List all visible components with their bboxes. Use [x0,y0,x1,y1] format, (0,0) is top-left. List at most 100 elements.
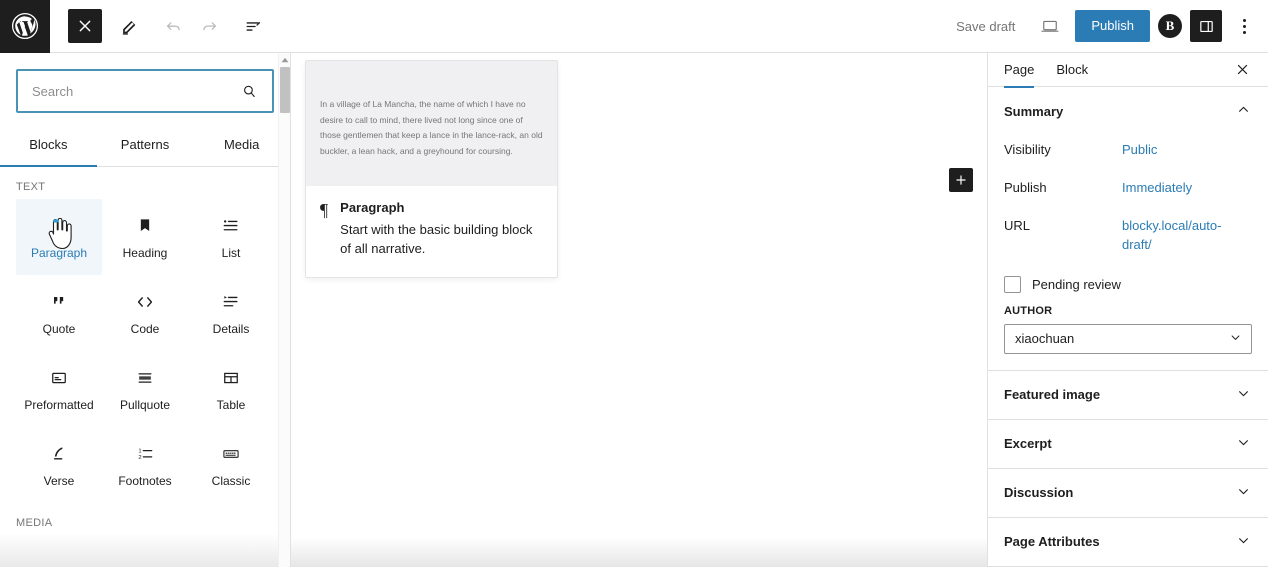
tab-media[interactable]: Media [193,123,290,166]
summary-panel-body: Visibility Public Publish Immediately UR… [988,135,1268,370]
block-tile-table[interactable]: Table [188,351,274,427]
close-button[interactable] [68,9,102,43]
pullquote-icon [135,366,155,390]
settings-sidebar: Page Block Summary Visibility Public Pub… [987,53,1268,567]
settings-toggle-button[interactable] [1190,10,1222,42]
paragraph-icon: ¶ [48,214,70,238]
inserter-tabs: Blocks Patterns Media [0,123,290,167]
search-input[interactable] [18,83,241,99]
summary-panel-header[interactable]: Summary [988,87,1268,135]
block-tile-label: Quote [42,321,76,336]
featured-image-panel-header[interactable]: Featured image [988,371,1268,419]
block-preview-info: ¶ Paragraph Start with the basic buildin… [306,185,557,277]
paragraph-icon: ¶ [320,199,329,220]
tab-block[interactable]: Block [1056,53,1104,87]
block-preview-description: Start with the basic building block of a… [340,221,533,256]
discussion-title: Discussion [1004,485,1074,501]
verse-icon [49,442,69,466]
classic-icon [220,442,242,466]
redo-button[interactable] [192,9,226,43]
author-selected-value: xiaochuan [1015,331,1075,347]
pending-review-label[interactable]: Pending review [1032,277,1121,292]
svg-text:1: 1 [138,448,141,454]
group-label-text: TEXT [16,181,46,193]
tab-patterns[interactable]: Patterns [97,123,194,166]
tab-page[interactable]: Page [1004,53,1056,88]
block-tile-label: List [221,245,241,260]
scrollbar-thumb[interactable] [280,67,290,113]
excerpt-panel-header[interactable]: Excerpt [988,420,1268,468]
block-tile-paragraph[interactable]: ¶ Paragraph [16,199,102,275]
preview-sample-text: In a village of La Mancha, the name of w… [320,99,543,157]
page-attributes-panel-header[interactable]: Page Attributes [988,518,1268,566]
block-tile-label: Classic [211,473,251,488]
preformatted-icon [49,366,69,390]
block-tile-label: Heading [122,245,168,260]
footnotes-icon: 1 2 [134,442,156,466]
summary-row-publish: Publish Immediately [1004,173,1252,211]
search-box[interactable] [16,69,274,113]
block-tile-preformatted[interactable]: Preformatted [16,351,102,427]
options-menu-button[interactable] [1230,10,1258,42]
block-tile-footnotes[interactable]: 1 2 Footnotes [102,427,188,503]
block-tile-label: Preformatted [24,397,94,412]
url-value[interactable]: blocky.local/auto-draft/ [1122,217,1242,253]
publish-value[interactable]: Immediately [1122,179,1192,197]
canvas-bottom-fade [291,537,987,567]
tab-blocks[interactable]: Blocks [0,123,97,167]
svg-text:2: 2 [138,455,141,461]
kebab-dot [1242,18,1246,22]
block-tile-label: Details [212,321,250,336]
visibility-value[interactable]: Public [1122,141,1157,159]
block-tile-heading[interactable]: Heading [102,199,188,275]
summary-row-visibility: Visibility Public [1004,135,1252,173]
author-select[interactable]: xiaochuan [1004,323,1252,354]
scroll-up-arrow-icon[interactable] [280,55,290,65]
add-block-button[interactable] [949,168,973,192]
block-tile-pullquote[interactable]: Pullquote [102,351,188,427]
chevron-down-icon [1235,532,1252,552]
block-tile-quote[interactable]: Quote [16,275,102,351]
block-preview-title: Paragraph [340,199,405,215]
header-left-tools [50,9,270,43]
url-label: URL [1004,218,1031,234]
jetpack-icon[interactable]: B [1158,14,1182,38]
close-settings-icon[interactable] [1229,56,1256,83]
details-icon [221,290,241,314]
block-tile-label: Footnotes [118,473,172,488]
block-tile-verse[interactable]: Verse [16,427,102,503]
featured-image-title: Featured image [1004,387,1101,403]
editor-body: Blocks Patterns Media TEXT ¶ Paragraph [0,53,1268,567]
publish-button[interactable]: Publish [1075,10,1150,42]
edit-mode-button[interactable] [112,9,146,43]
save-draft-button[interactable]: Save draft [946,13,1025,40]
block-tile-list[interactable]: List [188,199,274,275]
block-tile-details[interactable]: Details [188,275,274,351]
block-preview-popover: In a village of La Mancha, the name of w… [305,60,558,278]
group-label-media: MEDIA [16,517,53,529]
pending-review-checkbox[interactable] [1004,275,1021,293]
code-icon [134,290,156,314]
svg-text:¶: ¶ [55,216,64,236]
excerpt-title: Excerpt [1004,436,1052,452]
page-attributes-panel: Page Attributes [988,518,1268,567]
header-right-tools: Save draft Publish B [946,9,1268,43]
block-tile-classic[interactable]: Classic [188,427,274,503]
block-tile-code[interactable]: Code [102,275,188,351]
visibility-label: Visibility [1004,142,1051,157]
chevron-up-icon [1235,101,1252,121]
undo-button[interactable] [156,9,190,43]
blocks-scroll-region[interactable]: TEXT ¶ Paragraph Heading List Quote Code… [0,167,290,567]
block-inserter-panel: Blocks Patterns Media TEXT ¶ Paragraph [0,53,291,567]
preview-icon[interactable] [1033,9,1067,43]
block-grid: ¶ Paragraph Heading List Quote Code Deta… [16,199,274,503]
document-overview-button[interactable] [236,9,270,43]
settings-tabs: Page Block [988,53,1268,88]
editor-canvas[interactable]: In a village of La Mancha, the name of w… [291,53,987,567]
wordpress-logo[interactable] [0,0,50,53]
discussion-panel-header[interactable]: Discussion [988,469,1268,517]
kebab-dot [1242,30,1246,34]
discussion-panel: Discussion [988,469,1268,518]
inserter-scrollbar[interactable] [278,53,290,567]
heading-icon [135,214,155,238]
